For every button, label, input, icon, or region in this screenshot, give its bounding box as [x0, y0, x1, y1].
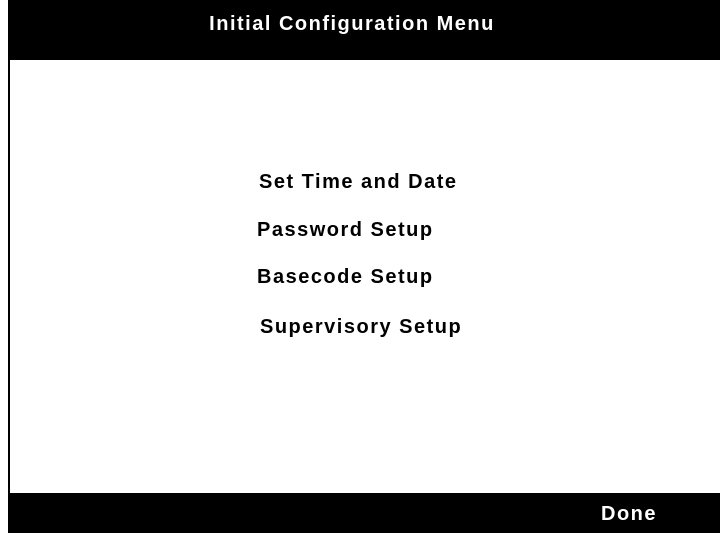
header-bar: Initial Configuration Menu — [8, 0, 720, 60]
menu-item-supervisory-setup[interactable]: Supervisory Setup — [260, 316, 462, 339]
menu-item-password-setup[interactable]: Password Setup — [257, 219, 434, 242]
menu-panel: Set Time and Date Password Setup Basecod… — [8, 60, 720, 493]
menu-item-basecode-setup[interactable]: Basecode Setup — [257, 266, 434, 289]
page-title: Initial Configuration Menu — [209, 12, 495, 35]
footer-bar: Done — [8, 493, 720, 533]
done-button[interactable]: Done — [601, 503, 657, 526]
menu-item-set-time-and-date[interactable]: Set Time and Date — [259, 171, 458, 194]
